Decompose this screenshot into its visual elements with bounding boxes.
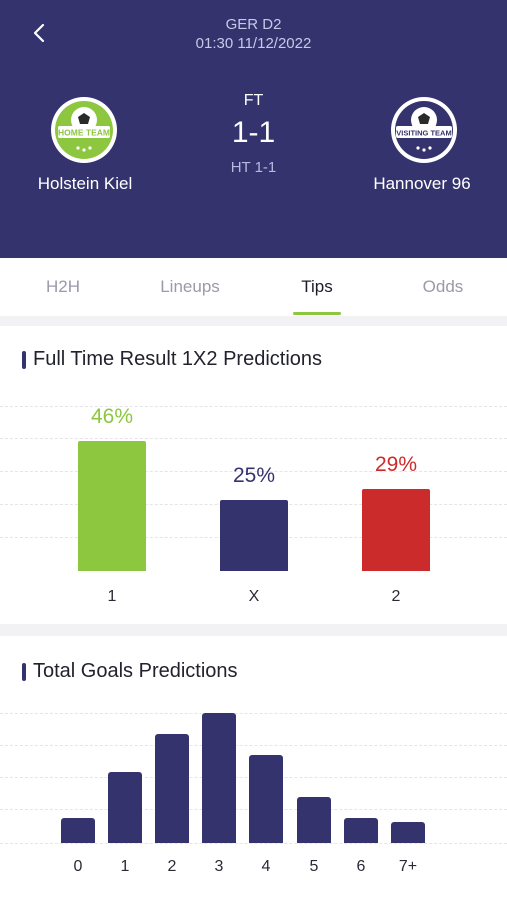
goals-bar-6 — [344, 817, 378, 843]
tab-lineups[interactable]: Lineups — [127, 258, 253, 316]
away-team-name[interactable]: Hannover 96 — [337, 174, 507, 194]
league-name: GER D2 — [225, 16, 282, 33]
prediction-percent-label: 29% — [374, 453, 418, 477]
match-status: FT — [243, 92, 264, 109]
prediction-bar-x — [220, 500, 288, 571]
prediction-category-label: 1 — [107, 588, 117, 605]
match-score: 1-1 — [231, 116, 276, 149]
tab-h2h[interactable]: H2H — [0, 258, 126, 316]
tab-tips[interactable]: Tips — [254, 258, 380, 316]
result-prediction-card: Full Time Result 1X2 Predictions 46% 1 25%… — [0, 326, 507, 624]
goals-bar-3 — [202, 713, 236, 843]
prediction-category-label: 2 — [391, 588, 401, 605]
home-team-name[interactable]: Holstein Kiel — [0, 174, 170, 194]
result-prediction-title: Full Time Result 1X2 Predictions — [22, 348, 322, 371]
grid-line — [0, 843, 507, 844]
goals-bar-4 — [249, 754, 283, 843]
match-tabs: H2H Lineups Tips Odds — [0, 258, 507, 316]
goals-bar-0 — [61, 817, 95, 843]
goals-prediction-card: Total Goals Predictions 0 1 2 3 4 5 6 7+ — [0, 636, 507, 900]
prediction-percent-label: 46% — [90, 405, 134, 428]
goals-bar-5 — [297, 796, 331, 843]
prediction-bar-2 — [362, 489, 430, 571]
goals-category-label: 7+ — [398, 858, 418, 875]
goals-bar-2 — [155, 733, 189, 843]
goals-prediction-title: Total Goals Predictions — [22, 660, 238, 683]
prediction-category-label: X — [248, 588, 260, 605]
match-header: GER D2 01:30 11/12/2022 HOME TEAM VISITI… — [0, 0, 507, 258]
grid-line — [0, 438, 507, 439]
prediction-percent-label: 25% — [232, 464, 276, 488]
goals-bar-7-plus — [391, 822, 425, 843]
grid-line — [0, 745, 507, 746]
tab-odds[interactable]: Odds — [380, 258, 506, 316]
goals-bar-1 — [108, 771, 142, 843]
grid-line — [0, 713, 507, 714]
prediction-bar-1 — [78, 441, 146, 571]
match-datetime: 01:30 11/12/2022 — [195, 35, 312, 52]
active-tab-indicator — [293, 312, 341, 315]
